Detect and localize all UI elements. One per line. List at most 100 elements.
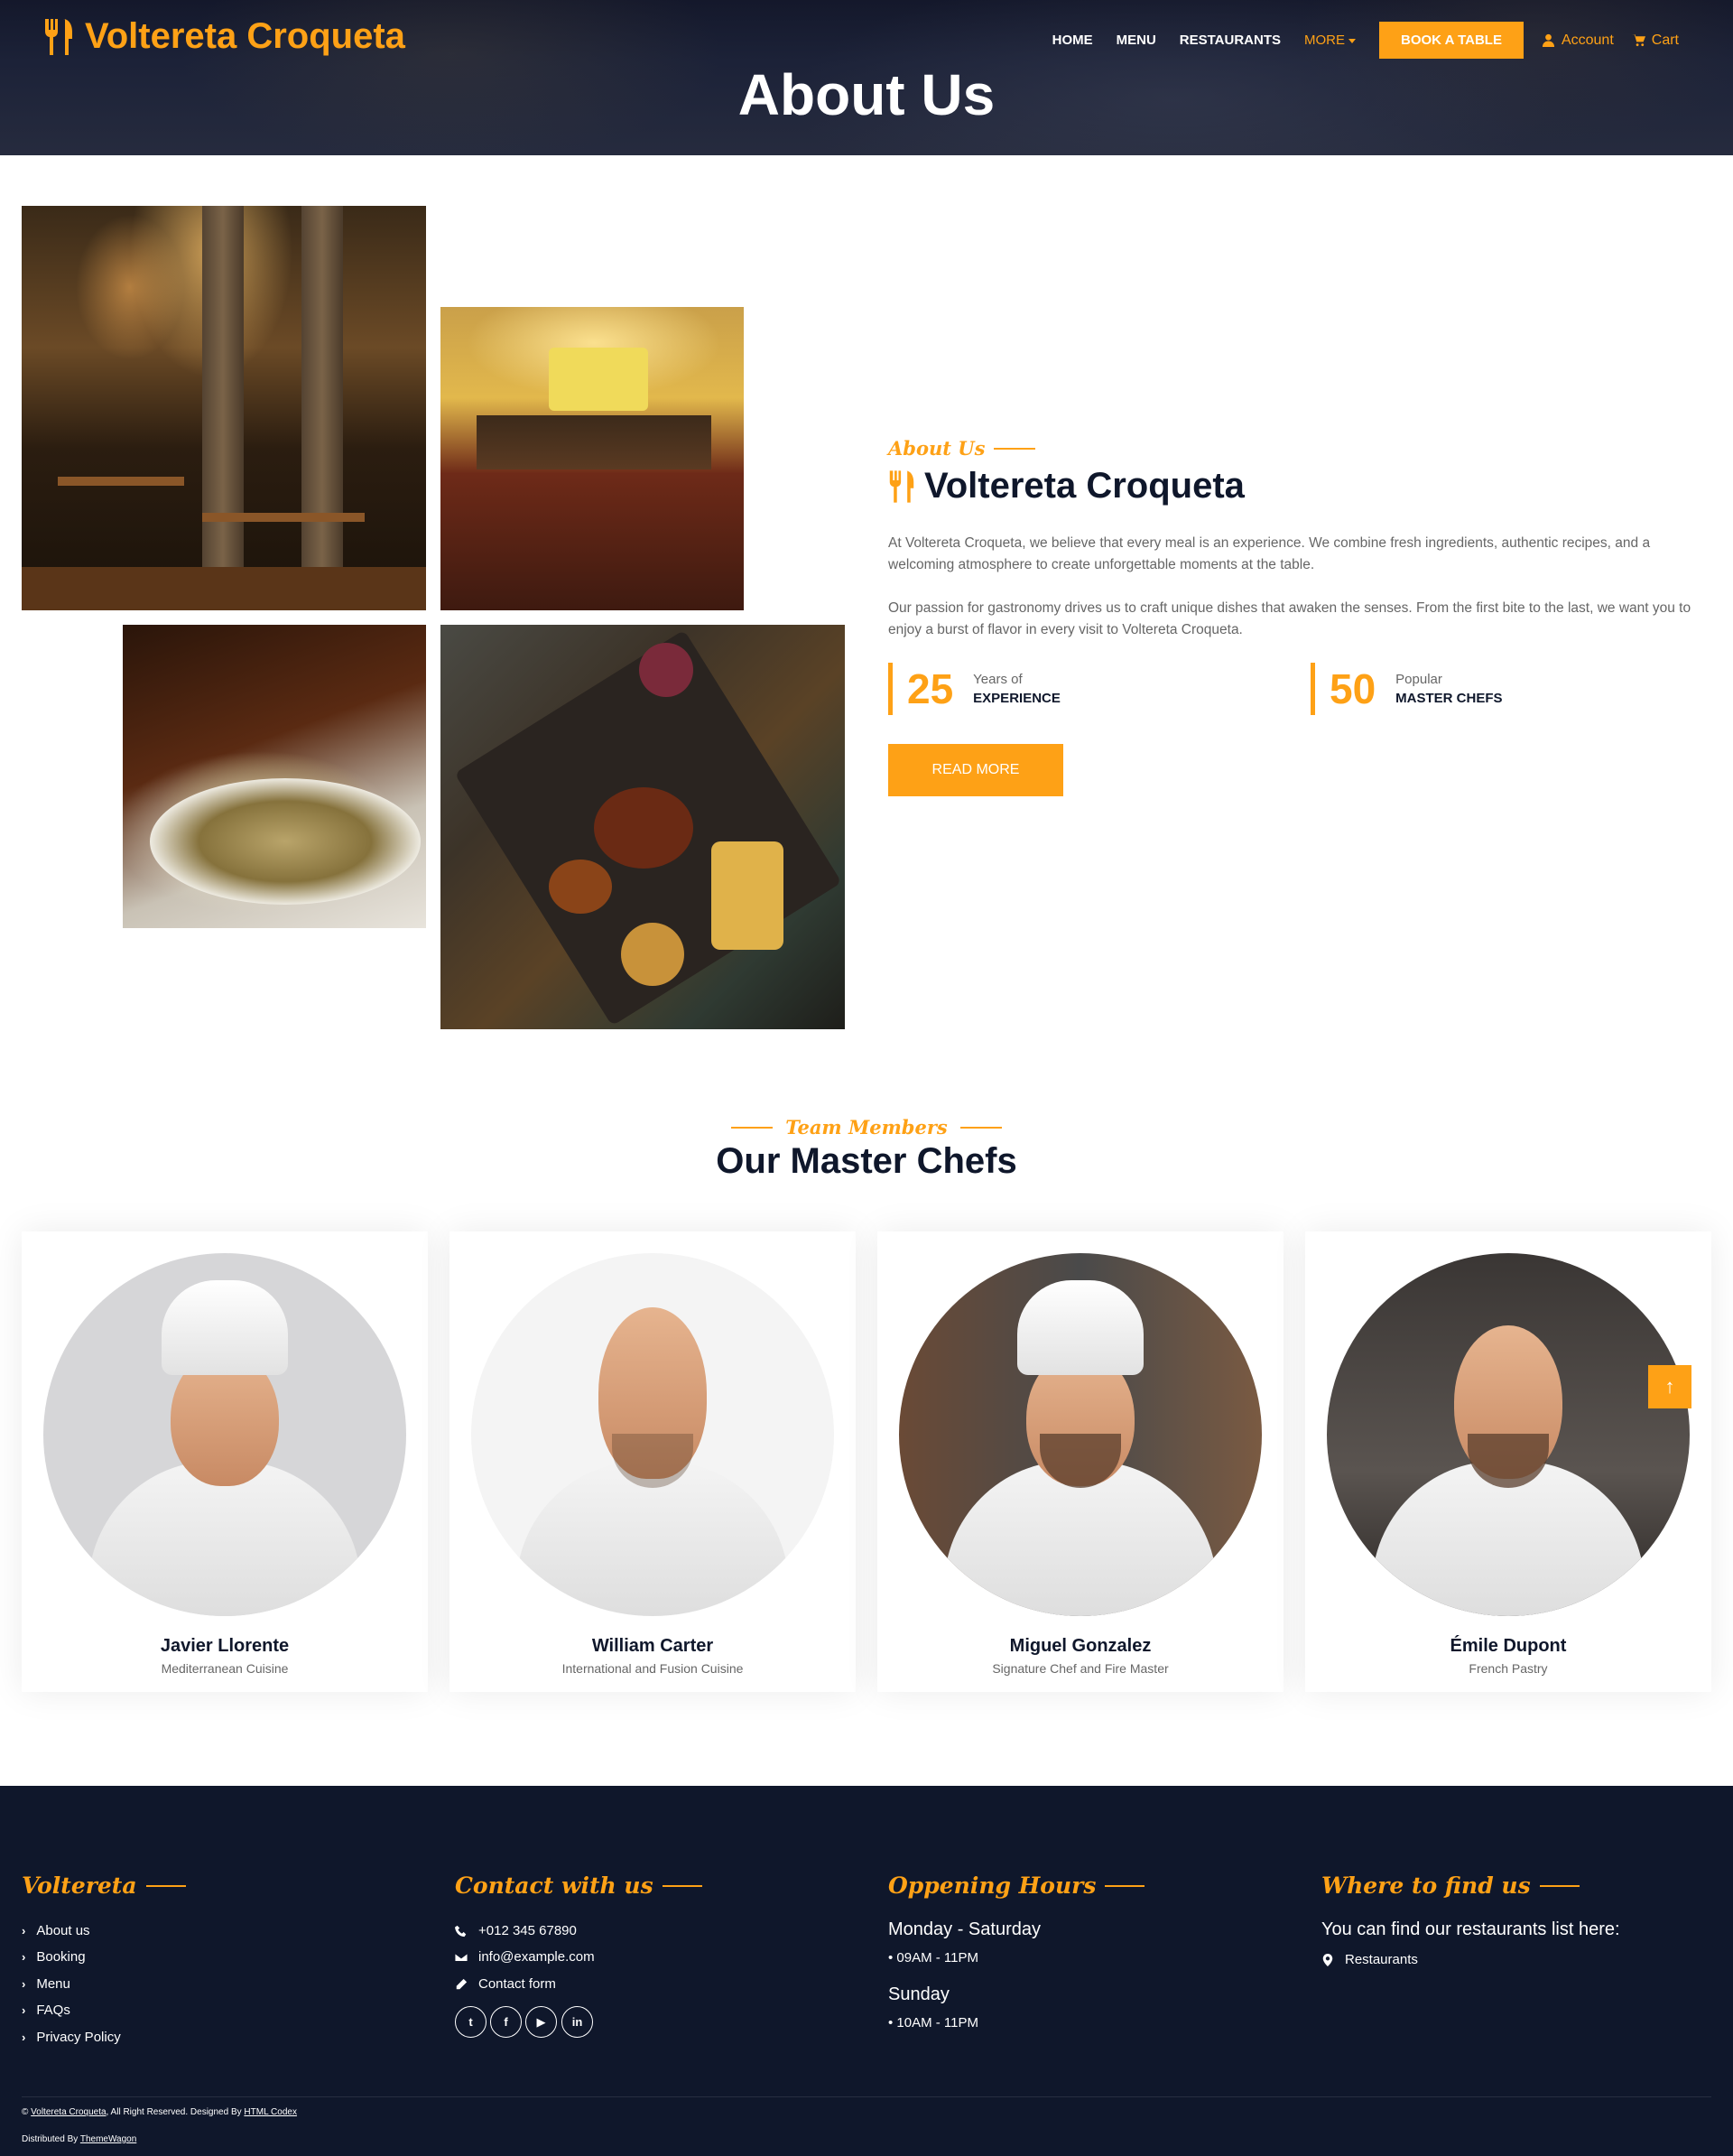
footer-title-text: Where to find us [1321, 1873, 1531, 1899]
footer-link-booking[interactable]: › Booking [22, 1949, 86, 1965]
location-text: You can find our restaurants list here: [1321, 1919, 1620, 1939]
chevron-right-icon: › [22, 2003, 26, 2017]
footer-contact-form-text: Contact form [478, 1976, 556, 1992]
chevron-right-icon: › [22, 2031, 26, 2044]
chevron-right-icon: › [22, 1950, 26, 1964]
pencil-icon [456, 1978, 468, 1989]
copyright-brand-link[interactable]: Voltereta Croqueta [31, 2107, 106, 2117]
facebook-icon[interactable]: f [490, 2006, 522, 2038]
brand-logo[interactable]: Voltereta Croqueta [43, 16, 405, 57]
about-paragraph-1: At Voltereta Croqueta, we believe that e… [888, 535, 1651, 572]
footer-link-menu[interactable]: › Menu [22, 1976, 70, 1992]
designer-link[interactable]: HTML Codex [244, 2107, 297, 2117]
team-title: Our Master Chefs [716, 1141, 1017, 1181]
user-icon [1542, 33, 1555, 47]
chef-name: Miguel Gonzalez [1009, 1636, 1152, 1656]
footer-phone-text: +012 345 67890 [478, 1923, 577, 1938]
utensils-icon [43, 17, 74, 57]
bar-interior-photo [440, 307, 744, 610]
chef-role: Signature Chef and Fire Master [992, 1661, 1169, 1676]
chevron-right-icon: › [22, 1977, 26, 1991]
team-subtitle-text: Team Members [785, 1116, 948, 1138]
footer-contact-form[interactable]: Contact form [455, 1976, 556, 1992]
title-divider [662, 1884, 702, 1887]
footer-link-label: Privacy Policy [36, 2030, 121, 2045]
footer-restaurants-link[interactable]: Restaurants [1321, 1952, 1418, 1967]
account-label: Account [1561, 32, 1614, 48]
main-nav: HOME MENU RESTAURANTS MORE BOOK A TABLE … [1029, 22, 1679, 59]
footer-email[interactable]: info@example.com [455, 1949, 595, 1965]
chef-name: William Carter [591, 1636, 714, 1656]
subtitle-divider [994, 447, 1036, 450]
subtitle-divider [959, 1126, 1002, 1129]
cart-label: Cart [1651, 32, 1679, 48]
nav-more-dropdown[interactable]: MORE [1304, 33, 1357, 48]
copyright-mid: , All Right Reserved. Designed By [106, 2107, 242, 2117]
footer-link-about[interactable]: › About us [22, 1923, 90, 1938]
stat-chefs: 50 Popular MASTER CHEFS [1311, 663, 1503, 715]
stat-label-bottom: MASTER CHEFS [1395, 691, 1503, 706]
chef-role: French Pastry [1469, 1661, 1548, 1676]
map-marker-icon [1322, 1953, 1333, 1966]
footer-title-text: Contact with us [455, 1873, 653, 1899]
cart-link[interactable]: Cart [1631, 32, 1679, 49]
chef-card[interactable]: Miguel Gonzalez Signature Chef and Fire … [877, 1231, 1284, 1692]
footer-title-company: Voltereta [22, 1873, 186, 1899]
footer-phone[interactable]: +012 345 67890 [455, 1923, 577, 1938]
chef-card[interactable]: Émile Dupont French Pastry [1305, 1231, 1711, 1692]
chef-photo [471, 1253, 834, 1616]
footer-link-faqs[interactable]: › FAQs [22, 2003, 70, 2018]
read-more-button[interactable]: READ MORE [888, 744, 1063, 796]
chevron-right-icon: › [22, 1924, 26, 1938]
footer [0, 1786, 1733, 2156]
youtube-icon[interactable]: ▶ [525, 2006, 557, 2038]
nav-restaurants[interactable]: RESTAURANTS [1180, 33, 1281, 48]
chef-card[interactable]: William Carter International and Fusion … [449, 1231, 856, 1692]
nav-menu[interactable]: MENU [1117, 33, 1156, 48]
copyright-prefix: © [22, 2107, 29, 2117]
account-link[interactable]: Account [1542, 33, 1614, 49]
footer-email-text: info@example.com [478, 1949, 595, 1965]
linkedin-icon[interactable]: in [561, 2006, 593, 2038]
chef-card[interactable]: Javier Llorente Mediterranean Cuisine [22, 1231, 428, 1692]
footer-restaurants-label: Restaurants [1345, 1952, 1418, 1967]
distributed-by: Distributed By ThemeWagon [22, 2134, 136, 2144]
chef-photo [1327, 1253, 1690, 1616]
hours-time-weekdays: • 09AM - 11PM [888, 1950, 979, 1965]
footer-title-location: Where to find us [1321, 1873, 1580, 1899]
twitter-icon[interactable]: t [455, 2006, 487, 2038]
footer-link-label: Menu [36, 1976, 70, 1992]
about-title: Voltereta Croqueta [924, 466, 1245, 506]
distributor-link[interactable]: ThemeWagon [80, 2134, 136, 2144]
subtitle-divider [731, 1126, 774, 1129]
salad-dish-photo [123, 625, 426, 928]
about-subtitle: About Us [888, 437, 1036, 460]
grilled-platter-photo [440, 625, 845, 1029]
restaurant-interior-photo [22, 206, 426, 610]
chef-name: Émile Dupont [1450, 1636, 1567, 1656]
stat-label-top: Years of [973, 672, 1023, 687]
book-table-button[interactable]: BOOK A TABLE [1379, 22, 1524, 59]
footer-link-privacy[interactable]: › Privacy Policy [22, 2030, 121, 2045]
envelope-icon [455, 1952, 468, 1962]
footer-divider [22, 2096, 1711, 2097]
chef-role: Mediterranean Cuisine [161, 1661, 289, 1676]
footer-title-text: Voltereta [22, 1873, 137, 1899]
hours-day-weekdays: Monday - Saturday [888, 1919, 1041, 1939]
hero-header: Voltereta Croqueta HOME MENU RESTAURANTS… [0, 0, 1733, 155]
back-to-top-button[interactable]: ↑ [1648, 1365, 1691, 1408]
copyright: © Voltereta Croqueta, All Right Reserved… [22, 2107, 297, 2117]
stat-number: 25 [907, 665, 954, 712]
about-heading: Voltereta Croqueta [888, 466, 1245, 506]
chef-photo [899, 1253, 1262, 1616]
title-divider [1105, 1884, 1145, 1887]
utensils-icon [889, 469, 914, 503]
title-divider [145, 1884, 186, 1887]
nav-more-label: MORE [1304, 33, 1346, 48]
hours-time-sunday: • 10AM - 11PM [888, 2015, 979, 2031]
cart-icon [1631, 33, 1645, 47]
brand-name: Voltereta Croqueta [85, 16, 405, 56]
footer-title-contact: Contact with us [455, 1873, 702, 1899]
stat-experience: 25 Years of EXPERIENCE [888, 663, 1061, 715]
nav-home[interactable]: HOME [1052, 33, 1093, 48]
